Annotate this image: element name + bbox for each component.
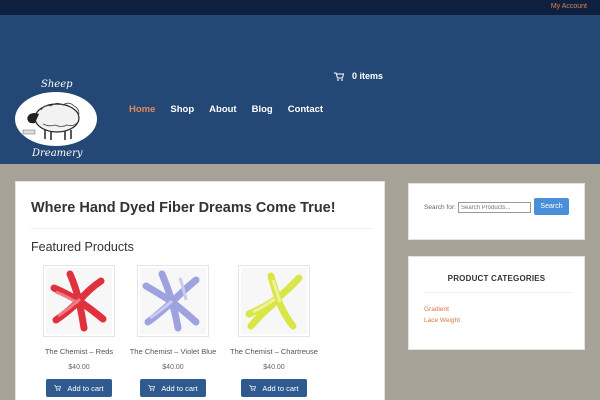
top-bar: My Account bbox=[0, 0, 600, 15]
add-to-cart-button[interactable]: Add to cart bbox=[140, 379, 206, 397]
cart-icon bbox=[54, 385, 62, 391]
search-button[interactable]: Search bbox=[534, 198, 569, 215]
cart-count: 0 items bbox=[352, 71, 384, 81]
logo-oval bbox=[15, 92, 97, 146]
main-content: Where Hand Dyed Fiber Dreams Come True! … bbox=[15, 181, 385, 400]
product-image[interactable] bbox=[43, 265, 115, 337]
main-nav: Home Shop About Blog Contact bbox=[129, 104, 338, 115]
nav-blog[interactable]: Blog bbox=[252, 104, 273, 115]
product-name[interactable]: The Chemist – Chartreuse bbox=[224, 347, 324, 356]
cart-icon bbox=[148, 385, 156, 391]
product-name[interactable]: The Chemist – Reds bbox=[29, 347, 129, 356]
yarn-skein-image bbox=[241, 268, 307, 334]
divider bbox=[31, 228, 371, 229]
yarn-skein-image bbox=[46, 268, 112, 334]
divider bbox=[424, 292, 571, 293]
product-image[interactable] bbox=[238, 265, 310, 337]
nav-shop[interactable]: Shop bbox=[170, 104, 194, 115]
add-to-cart-button[interactable]: Add to cart bbox=[46, 379, 112, 397]
add-to-cart-button[interactable]: Add to cart bbox=[241, 379, 307, 397]
product-categories-widget: PRODUCT CATEGORIES Gradient Lace Weight bbox=[408, 256, 585, 350]
logo-text-bottom: Dreamery bbox=[32, 148, 83, 159]
logo-text-top: Sheep bbox=[41, 79, 73, 90]
cart-summary[interactable]: 0 items bbox=[334, 71, 383, 81]
site-header: Sheep Dreamery 0 items Home Shop About B… bbox=[0, 15, 600, 164]
product-name[interactable]: The Chemist – Violet Blue bbox=[123, 347, 223, 356]
category-link-gradient[interactable]: Gradient bbox=[424, 306, 449, 313]
cart-icon bbox=[334, 72, 344, 81]
nav-contact[interactable]: Contact bbox=[288, 104, 323, 115]
search-widget: Search for: Search bbox=[408, 183, 585, 240]
product-card: The Chemist – Violet Blue $40.00 Add to … bbox=[123, 265, 223, 397]
product-card: The Chemist – Chartreuse $40.00 Add to c… bbox=[224, 265, 324, 397]
my-account-link[interactable]: My Account bbox=[551, 3, 587, 10]
yarn-skein-image bbox=[140, 268, 206, 334]
search-label: Search for: bbox=[424, 204, 456, 211]
add-to-cart-label: Add to cart bbox=[161, 383, 198, 393]
page-title: Where Hand Dyed Fiber Dreams Come True! bbox=[31, 200, 336, 216]
sheep-icon bbox=[22, 102, 80, 140]
product-price: $40.00 bbox=[68, 364, 90, 371]
cart-icon bbox=[249, 385, 257, 391]
search-input[interactable] bbox=[458, 202, 531, 213]
category-link-lace-weight[interactable]: Lace Weight bbox=[424, 317, 460, 324]
product-image[interactable] bbox=[137, 265, 209, 337]
add-to-cart-label: Add to cart bbox=[67, 383, 104, 393]
product-card: The Chemist – Reds $40.00 Add to cart bbox=[29, 265, 129, 397]
product-price: $40.00 bbox=[263, 364, 285, 371]
nav-home[interactable]: Home bbox=[129, 104, 155, 115]
categories-title: PRODUCT CATEGORIES bbox=[447, 274, 546, 283]
featured-products-heading: Featured Products bbox=[31, 240, 134, 254]
add-to-cart-label: Add to cart bbox=[262, 383, 299, 393]
nav-about[interactable]: About bbox=[209, 104, 236, 115]
product-price: $40.00 bbox=[162, 364, 184, 371]
site-logo[interactable]: Sheep Dreamery bbox=[15, 65, 97, 165]
